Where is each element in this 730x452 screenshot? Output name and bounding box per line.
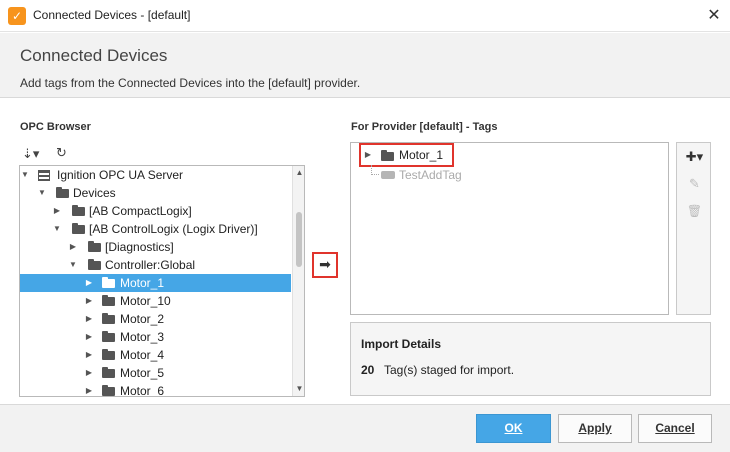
dialog-description: Add tags from the Connected Devices into… xyxy=(20,76,361,90)
tree-node-selected[interactable]: ▶ Motor_1 xyxy=(20,274,291,292)
folder-icon xyxy=(102,331,115,342)
folder-icon xyxy=(102,367,115,378)
tree-node-label: Motor_6 xyxy=(120,384,165,397)
tag-node-label: Motor_1 xyxy=(399,148,444,162)
tree-node-label: Motor_3 xyxy=(120,330,165,344)
collapsed-caret-icon[interactable]: ▶ xyxy=(84,292,94,310)
opc-browser-tree: ▼ Ignition OPC UA Server ▼ Devices ▶ [AB… xyxy=(19,165,305,397)
tree-node[interactable]: ▶ Motor_5 xyxy=(20,364,291,382)
collapsed-caret-icon[interactable]: ▶ xyxy=(52,202,62,220)
folder-icon xyxy=(102,313,115,324)
folder-icon xyxy=(102,385,115,396)
collapsed-caret-icon[interactable]: ▶ xyxy=(363,145,373,165)
tree-node-label: Controller:Global xyxy=(105,258,196,272)
collapsed-caret-icon[interactable]: ▶ xyxy=(84,310,94,328)
window-title: Connected Devices - [default] xyxy=(33,8,191,22)
folder-icon xyxy=(102,277,115,288)
tree-node-label: Motor_2 xyxy=(120,312,165,326)
scroll-up-icon[interactable]: ▲ xyxy=(293,166,304,180)
collapsed-caret-icon[interactable]: ▶ xyxy=(84,364,94,382)
import-details-panel: Import Details 20 Tag(s) staged for impo… xyxy=(350,322,711,396)
folder-icon xyxy=(72,223,85,234)
tree-node[interactable]: ▶ Motor_4 xyxy=(20,346,291,364)
cancel-button[interactable]: Cancel xyxy=(638,414,712,443)
add-to-provider-button[interactable]: ➡ xyxy=(312,252,338,278)
tree-node-label: Motor_4 xyxy=(120,348,165,362)
tree-node[interactable]: ▼ Devices xyxy=(20,184,291,202)
tree-node-label: Ignition OPC UA Server xyxy=(57,168,184,182)
tag-node[interactable]: TestAddTag xyxy=(371,165,511,185)
scroll-thumb[interactable] xyxy=(296,212,302,267)
apply-button[interactable]: Apply xyxy=(558,414,632,443)
dialog-header: Connected Devices Add tags from the Conn… xyxy=(0,33,730,98)
tree-node-label: [AB ControlLogix (Logix Driver)] xyxy=(89,222,258,236)
collapsed-caret-icon[interactable]: ▶ xyxy=(84,382,94,396)
folder-icon xyxy=(88,241,101,252)
folder-icon xyxy=(102,349,115,360)
ok-button[interactable]: OK xyxy=(476,414,551,443)
tree-connector xyxy=(371,165,379,175)
refresh-icon[interactable]: ↻ xyxy=(56,145,67,161)
import-status-text: Tag(s) staged for import. xyxy=(384,363,515,377)
tree-node-label: Motor_5 xyxy=(120,366,165,380)
folder-icon xyxy=(72,205,85,216)
tag-node[interactable]: ▶ Motor_1 xyxy=(361,145,451,165)
tree-node[interactable]: ▶ Motor_6 xyxy=(20,382,291,397)
opc-browser-label: OPC Browser xyxy=(20,121,91,133)
ignition-icon: ✓ xyxy=(8,7,26,25)
tree-node-label: [AB CompactLogix] xyxy=(89,204,192,218)
import-count: 20 xyxy=(361,363,375,377)
close-button[interactable]: ✕ xyxy=(698,0,730,32)
sort-icon[interactable]: ⇣▾ xyxy=(22,146,39,162)
server-icon xyxy=(38,170,50,181)
add-tag-icon[interactable]: ✚▾ xyxy=(677,149,712,165)
delete-icon[interactable]: 🗑 xyxy=(677,204,712,218)
tree-node[interactable]: ▶ [Diagnostics] xyxy=(20,238,291,256)
title-bar: ✓ Connected Devices - [default] ✕ xyxy=(0,0,730,32)
tree-scrollbar[interactable]: ▲ ▼ xyxy=(292,166,304,396)
expanded-caret-icon[interactable]: ▼ xyxy=(52,220,62,238)
import-details-title: Import Details xyxy=(361,337,442,351)
scroll-down-icon[interactable]: ▼ xyxy=(293,382,304,396)
collapsed-caret-icon[interactable]: ▶ xyxy=(84,274,94,292)
expanded-caret-icon[interactable]: ▼ xyxy=(37,184,47,202)
tree-node[interactable]: ▼ Ignition OPC UA Server xyxy=(20,166,291,184)
collapsed-caret-icon[interactable]: ▶ xyxy=(68,238,78,256)
folder-icon xyxy=(381,150,394,161)
tree-node-label: Motor_10 xyxy=(120,294,171,308)
folder-icon xyxy=(56,187,69,198)
tree-node-label: [Diagnostics] xyxy=(105,240,174,254)
tree-node[interactable]: ▶ [AB CompactLogix] xyxy=(20,202,291,220)
dialog-footer: OK Apply Cancel xyxy=(0,404,730,452)
expanded-caret-icon[interactable]: ▼ xyxy=(20,166,30,184)
tree-node[interactable]: ▶ Motor_10 xyxy=(20,292,291,310)
edit-icon[interactable]: ✎ xyxy=(677,176,712,192)
tag-icon xyxy=(381,171,395,179)
tree-node[interactable]: ▶ Motor_3 xyxy=(20,328,291,346)
tree-node-label: Motor_1 xyxy=(120,276,165,290)
folder-icon xyxy=(88,259,101,270)
expanded-caret-icon[interactable]: ▼ xyxy=(68,256,78,274)
dialog-title: Connected Devices xyxy=(20,46,168,65)
folder-icon xyxy=(102,295,115,306)
provider-tag-tree: ▶ Motor_1 TestAddTag xyxy=(350,142,669,315)
collapsed-caret-icon[interactable]: ▶ xyxy=(84,346,94,364)
tag-node-label: TestAddTag xyxy=(399,168,462,182)
tree-node[interactable]: ▶ Motor_2 xyxy=(20,310,291,328)
collapsed-caret-icon[interactable]: ▶ xyxy=(84,328,94,346)
tag-tools-panel: ✚▾ ✎ 🗑 xyxy=(676,142,711,315)
tree-node[interactable]: ▼ [AB ControlLogix (Logix Driver)] xyxy=(20,220,291,238)
provider-tags-label: For Provider [default] - Tags xyxy=(351,121,498,133)
tree-node-label: Devices xyxy=(73,186,116,200)
tree-node[interactable]: ▼ Controller:Global xyxy=(20,256,291,274)
